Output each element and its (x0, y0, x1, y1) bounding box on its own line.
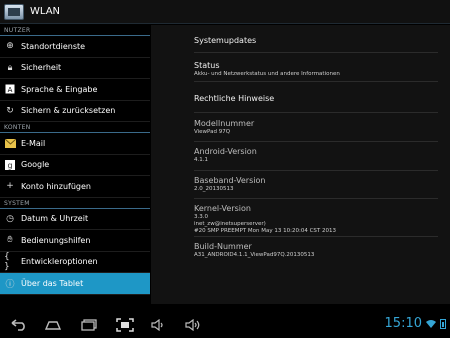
systemupdates-title: Systemupdates (194, 36, 257, 45)
sidebar-item-ueber-das-tablet[interactable]: ⓘ Über das Tablet (0, 273, 150, 295)
legal-title: Rechtliche Hinweise (194, 94, 275, 103)
info-icon: ⓘ (5, 279, 15, 290)
clock-icon: ◷ (6, 213, 14, 224)
android-version-value: 4.1.1 (194, 157, 208, 163)
sidebar-item-label: Konto hinzufügen (21, 181, 91, 191)
kernel-build-date: #20 SMP PREEMPT Mon May 13 10:20:04 CST … (194, 228, 337, 234)
screenshot-icon (116, 318, 134, 332)
sidebar-item-label: Entwickleroptionen (21, 257, 98, 267)
kernel-entry: Kernel-Version 3.3.0 inet_zw@inetsuperse… (194, 199, 438, 237)
systemupdates-entry[interactable]: Systemupdates (194, 25, 438, 53)
back-icon (11, 319, 25, 331)
back-button[interactable] (8, 317, 30, 333)
wifi-icon (426, 320, 436, 328)
status-summary: Akku- und Netzwerkstatus und andere Info… (194, 71, 340, 77)
section-header-nutzer: NUTZER (0, 25, 150, 36)
sidebar-item-label: Bedienungshilfen (21, 235, 91, 245)
home-button[interactable] (42, 317, 64, 333)
sidebar-item-label: E-Mail (21, 138, 46, 148)
model-value: ViewPad 97Q (194, 129, 231, 135)
sidebar-item-google[interactable]: g Google (0, 155, 150, 176)
backup-icon: ↻ (6, 105, 14, 116)
legal-entry[interactable]: Rechtliche Hinweise (194, 82, 438, 113)
sidebar-item-datum[interactable]: ◷ Datum & Uhrzeit (0, 209, 150, 230)
kernel-title: Kernel-Version (194, 204, 251, 213)
build-number-entry[interactable]: Build-Nummer A31_ANDROID4.1.1_ViewPad97Q… (194, 237, 438, 267)
email-icon (4, 137, 16, 149)
kernel-builder: inet_zw@inetsuperserver) (194, 221, 266, 227)
system-navigation-bar (0, 312, 450, 338)
baseband-title: Baseband-Version (194, 176, 266, 185)
sidebar-item-bedienungshilfen[interactable]: ✋︎ Bedienungshilfen (0, 230, 150, 252)
sidebar-item-sprache[interactable]: A Sprache & Eingabe (0, 79, 150, 101)
sidebar-item-label: Google (21, 160, 50, 170)
volume-up-button[interactable] (184, 317, 202, 333)
home-icon (44, 321, 62, 330)
status-entry[interactable]: Status Akku- und Netzwerkstatus und ande… (194, 53, 438, 82)
location-icon: ⊕ (6, 41, 14, 52)
screenshot-button[interactable] (114, 317, 136, 333)
sidebar-item-label: Über das Tablet (21, 278, 84, 288)
android-version-title: Android-Version (194, 147, 257, 156)
kernel-version: 3.3.0 (194, 214, 208, 220)
add-icon: + (6, 181, 14, 192)
recent-apps-icon (81, 319, 97, 331)
sidebar-item-konto-hinzufuegen[interactable]: + Konto hinzufügen (0, 176, 150, 198)
status-title: Status (194, 61, 220, 70)
language-icon: A (4, 83, 16, 95)
sidebar-item-sichern[interactable]: ↻ Sichern & zurücksetzen (0, 101, 150, 122)
battery-icon (440, 319, 446, 329)
status-clock: 15:10 (384, 316, 422, 331)
volume-down-button[interactable] (150, 317, 166, 333)
google-icon: g (4, 159, 16, 171)
model-entry: Modellnummer ViewPad 97Q (194, 113, 438, 142)
braces-icon: { } (4, 251, 10, 272)
svg-text:g: g (7, 161, 12, 170)
page-title: WLAN (30, 6, 61, 17)
baseband-entry: Baseband-Version 2.0_20130513 (194, 171, 438, 199)
volume-up-icon (185, 319, 200, 331)
sidebar-item-label: Sprache & Eingabe (21, 84, 98, 94)
build-number-title: Build-Nummer (194, 242, 252, 251)
volume-down-icon (151, 319, 163, 331)
sidebar-item-label: Datum & Uhrzeit (21, 214, 89, 224)
section-header-konten: KONTEN (0, 122, 150, 133)
settings-app-icon[interactable] (4, 3, 24, 20)
recent-apps-button[interactable] (78, 317, 100, 333)
about-tablet-panel: Systemupdates Status Akku- und Netzwerks… (151, 25, 450, 304)
build-number-value: A31_ANDROID4.1.1_ViewPad97Q.20130513 (194, 252, 315, 258)
sidebar-item-entwickleroptionen[interactable]: { } Entwickleroptionen (0, 251, 150, 273)
android-version-entry[interactable]: Android-Version 4.1.1 (194, 142, 438, 171)
settings-sidebar: NUTZER ⊕ Standortdienste 🔒︎ Sicherheit A… (0, 25, 150, 304)
model-title: Modellnummer (194, 119, 255, 128)
sidebar-item-email[interactable]: E-Mail (0, 133, 150, 155)
title-bar: WLAN (0, 0, 450, 24)
section-header-system: SYSTEM (0, 198, 150, 209)
lock-icon: 🔒︎ (7, 62, 13, 73)
sidebar-item-standortdienste[interactable]: ⊕ Standortdienste (0, 36, 150, 58)
sidebar-item-sicherheit[interactable]: 🔒︎ Sicherheit (0, 58, 150, 79)
svg-text:A: A (8, 86, 13, 94)
sidebar-item-label: Standortdienste (21, 41, 86, 51)
sidebar-item-label: Sichern & zurücksetzen (21, 106, 116, 116)
baseband-value: 2.0_20130513 (194, 186, 234, 192)
hand-icon: ✋︎ (7, 235, 13, 246)
sidebar-item-label: Sicherheit (21, 63, 62, 73)
